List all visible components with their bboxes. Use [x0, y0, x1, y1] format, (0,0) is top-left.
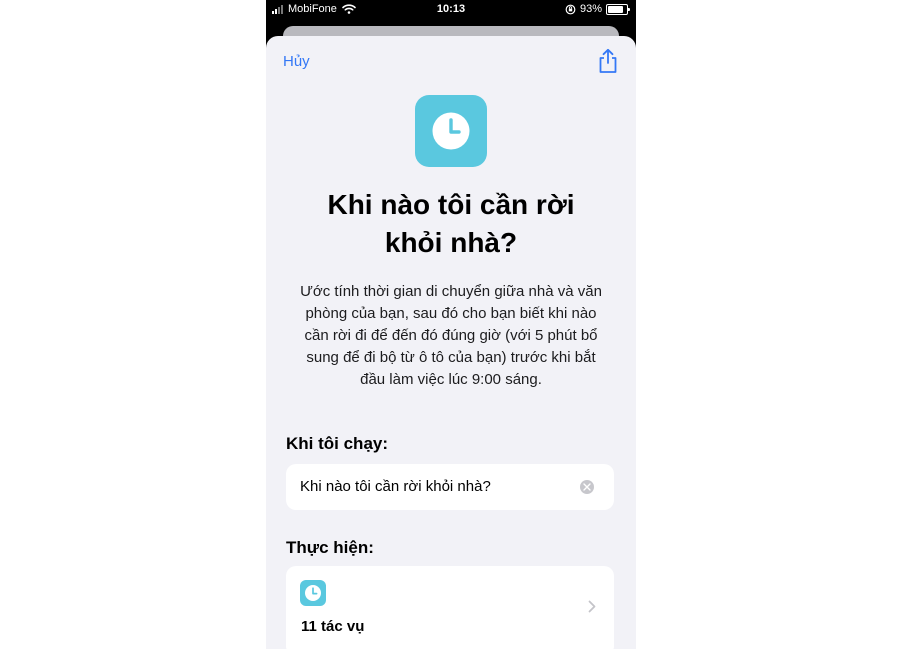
title-line-2: khỏi nhà? — [384, 227, 518, 258]
share-icon[interactable] — [596, 48, 620, 74]
phone-screen: MobiFone 10:13 93% Hủy Khi nào tôi cần r… — [266, 0, 636, 649]
action-app-icon — [300, 580, 326, 606]
clock-icon — [432, 112, 470, 150]
battery-icon — [606, 3, 630, 15]
chevron-right-icon — [588, 600, 596, 613]
shortcut-app-icon — [415, 95, 487, 167]
shortcut-sheet: Hủy Khi nào tôi cần rời khỏi nhà? Ước tí… — [266, 36, 636, 649]
title-line-1: Khi nào tôi cần rời — [327, 189, 575, 220]
when-run-label: Khi tôi chạy: — [286, 434, 389, 453]
clear-icon[interactable] — [580, 480, 594, 494]
orientation-lock-icon — [565, 4, 576, 14]
shortcut-title: Khi nào tôi cần rời khỏi nhà? — [286, 186, 616, 262]
cancel-button[interactable]: Hủy — [283, 53, 310, 70]
actions-count: 11 tác vụ — [301, 618, 365, 635]
when-run-text[interactable]: Khi nào tôi cần rời khỏi nhà? — [300, 478, 491, 495]
when-run-field[interactable]: Khi nào tôi cần rời khỏi nhà? — [286, 464, 614, 510]
status-right: 93% — [565, 3, 630, 15]
status-bar: MobiFone 10:13 93% — [266, 0, 636, 20]
clock-icon — [305, 585, 321, 601]
actions-card[interactable]: 11 tác vụ — [286, 566, 614, 649]
battery-percent: 93% — [579, 3, 602, 15]
shortcut-description: Ước tính thời gian di chuyển giữa nhà và… — [300, 283, 602, 388]
actions-label: Thực hiện: — [286, 538, 374, 557]
